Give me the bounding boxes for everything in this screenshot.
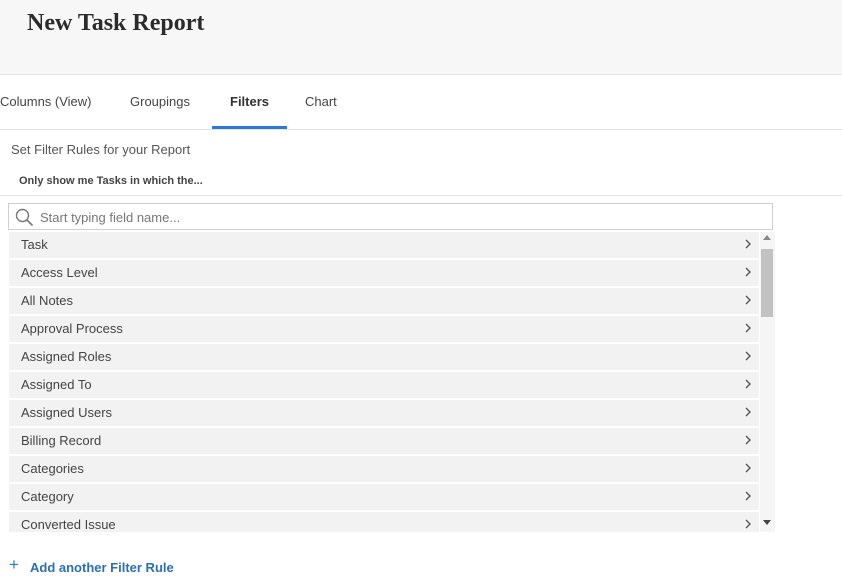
tab-filters[interactable]: Filters [230,75,269,129]
field-item-label: All Notes [21,293,74,308]
tab-columns-view[interactable]: Columns (View) [0,75,92,129]
field-search-input[interactable] [40,207,760,227]
field-item-label: Billing Record [21,433,102,448]
field-item-label: Approval Process [21,321,123,336]
tab-bar: Columns (View) Groupings Filters Chart [0,75,842,130]
field-item-assigned-roles[interactable]: Assigned Roles [9,344,759,370]
field-list-scrollbar[interactable] [760,232,775,532]
field-item-categories[interactable]: Categories [9,456,759,482]
filter-section-subtitle: Set Filter Rules for your Report [11,142,191,157]
field-item-task[interactable]: Task [9,232,759,258]
field-item-converted-issue[interactable]: Converted Issue [9,512,759,532]
chevron-right-icon [745,519,751,529]
chevron-right-icon [745,407,751,417]
field-item-label: Assigned To [21,377,92,392]
chevron-right-icon [745,267,751,277]
field-item-category[interactable]: Category [9,484,759,510]
scrollbar-thumb[interactable] [761,249,773,317]
field-list: Task Access Level All Notes Approval Pro… [9,232,759,532]
field-item-label: Categories [21,461,84,476]
field-item-label: Task [21,237,48,252]
field-item-label: Category [21,489,74,504]
field-item-label: Converted Issue [21,517,116,532]
field-item-billing-record[interactable]: Billing Record [9,428,759,454]
chevron-right-icon [745,295,751,305]
plus-icon: + [9,555,19,574]
tab-groupings[interactable]: Groupings [130,75,190,129]
field-item-label: Assigned Roles [21,349,112,364]
chevron-right-icon [745,351,751,361]
active-tab-indicator [212,126,287,129]
field-item-label: Assigned Users [21,405,113,420]
field-item-approval-process[interactable]: Approval Process [9,316,759,342]
scroll-down-arrow-icon[interactable] [763,520,771,525]
page-title: New Task Report [27,10,205,36]
add-filter-rule-label: Add another Filter Rule [30,560,174,575]
section-divider [0,195,842,196]
scroll-up-arrow-icon[interactable] [763,235,771,240]
field-item-assigned-users[interactable]: Assigned Users [9,400,759,426]
filter-rule-caption: Only show me Tasks in which the... [19,175,203,187]
tab-chart[interactable]: Chart [305,75,337,129]
field-item-all-notes[interactable]: All Notes [9,288,759,314]
report-header: New Task Report [0,0,842,75]
search-icon [15,208,33,226]
chevron-right-icon [745,239,751,249]
chevron-right-icon [745,491,751,501]
field-search-box [8,203,773,230]
field-item-assigned-to[interactable]: Assigned To [9,372,759,398]
chevron-right-icon [745,463,751,473]
chevron-right-icon [745,323,751,333]
field-item-label: Access Level [21,265,98,280]
field-item-access-level[interactable]: Access Level [9,260,759,286]
chevron-right-icon [745,379,751,389]
chevron-right-icon [745,435,751,445]
